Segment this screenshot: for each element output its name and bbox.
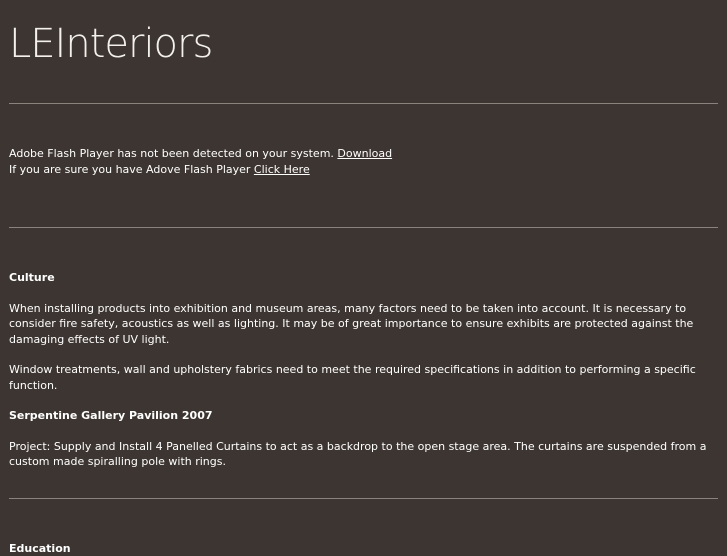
section-paragraph: Window treatments, wall and upholstery f… <box>9 362 718 393</box>
section-education: Education <box>9 541 718 556</box>
flash-confirm-text: If you are sure you have Adove Flash Pla… <box>9 163 254 176</box>
section-paragraph: When installing products into exhibition… <box>9 301 718 348</box>
divider <box>9 103 718 104</box>
flash-line-1: Adobe Flash Player has not been detected… <box>9 146 718 162</box>
section-title: Education <box>9 541 718 556</box>
project-description: Project: Supply and Install 4 Panelled C… <box>9 439 718 470</box>
section-title: Culture <box>9 270 718 286</box>
site-logo[interactable]: LEInteriors <box>9 0 718 70</box>
page: LEInteriors Adobe Flash Player has not b… <box>0 0 727 556</box>
download-link[interactable]: Download <box>337 147 392 160</box>
project-title: Serpentine Gallery Pavilion 2007 <box>9 408 718 424</box>
flash-line-2: If you are sure you have Adove Flash Pla… <box>9 162 718 178</box>
click-here-link[interactable]: Click Here <box>254 163 310 176</box>
flash-notice: Adobe Flash Player has not been detected… <box>9 146 718 177</box>
section-culture: Culture When installing products into ex… <box>9 270 718 470</box>
divider <box>9 227 718 228</box>
flash-missing-text: Adobe Flash Player has not been detected… <box>9 147 337 160</box>
divider <box>9 498 718 499</box>
